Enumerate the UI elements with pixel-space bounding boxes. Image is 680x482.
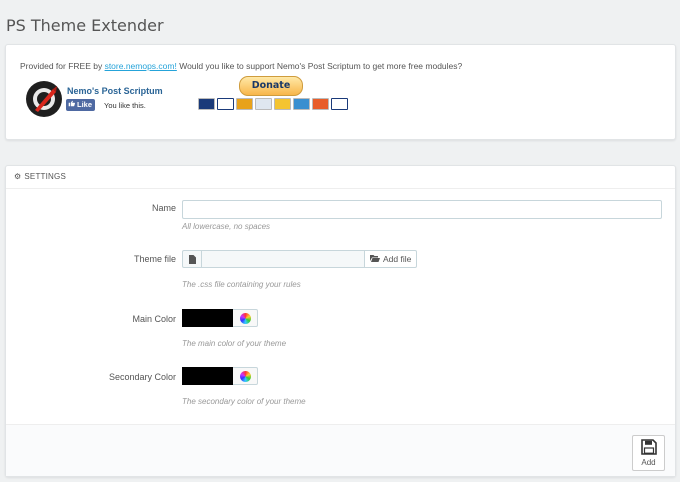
secondary-color-picker-button[interactable]: [233, 367, 258, 385]
main-color-group: [182, 309, 258, 327]
secondary-color-group: [182, 367, 258, 385]
name-help: All lowercase, no spaces: [182, 222, 271, 231]
thumbs-up-icon: [68, 99, 75, 111]
like-label: Like: [77, 100, 93, 109]
folder-open-icon: [370, 254, 380, 264]
color-wheel-icon: [239, 370, 251, 382]
donate-button[interactable]: Donate: [239, 76, 303, 96]
maestro-card-icon: [198, 98, 215, 110]
store-link[interactable]: store.nemops.com!: [105, 61, 177, 71]
amex-card-icon: [293, 98, 310, 110]
settings-panel: ⚙ SETTINGS Name All lowercase, no spaces …: [5, 165, 676, 477]
promo-text-before: Provided for FREE by: [20, 61, 105, 71]
main-color-picker-button[interactable]: [233, 309, 258, 327]
paypal-card-icon: [255, 98, 272, 110]
mastercard-icon: [236, 98, 253, 110]
secondary-color-help: The secondary color of your theme: [182, 397, 306, 406]
promo-text-after: Would you like to support Nemo's Post Sc…: [176, 61, 463, 71]
theme-file-label: Theme file: [133, 254, 176, 264]
promo-panel: Provided for FREE by store.nemops.com! W…: [5, 44, 676, 140]
brand-name: Nemo's Post Scriptum: [67, 86, 163, 96]
add-label: Add: [641, 458, 656, 467]
color-wheel-icon: [239, 312, 251, 324]
visa-card-icon: [217, 98, 234, 110]
name-label: Name: [151, 203, 176, 213]
page-title: PS Theme Extender: [6, 16, 164, 35]
discover-card-icon: [312, 98, 329, 110]
payment-cards: [198, 98, 348, 110]
save-icon: [640, 439, 657, 457]
secondary-color-input[interactable]: [182, 367, 233, 385]
file-icon: [182, 250, 202, 268]
add-button[interactable]: Add: [632, 435, 665, 471]
name-input[interactable]: [182, 200, 662, 219]
like-status-text: You like this.: [104, 101, 146, 110]
panel-footer: Add: [6, 424, 675, 476]
settings-title: SETTINGS: [24, 172, 66, 181]
secondary-color-label: Secondary Color: [108, 372, 176, 382]
settings-header: ⚙ SETTINGS: [6, 166, 675, 189]
main-color-help: The main color of your theme: [182, 339, 287, 348]
gears-icon: ⚙: [14, 172, 22, 181]
add-file-label: Add file: [383, 254, 412, 264]
theme-file-help: The .css file containing your rules: [182, 280, 301, 289]
nemops-logo-icon: [26, 81, 62, 117]
main-color-input[interactable]: [182, 309, 233, 327]
facebook-like-button[interactable]: Like: [66, 99, 96, 111]
postepay-card-icon: [274, 98, 291, 110]
theme-file-input[interactable]: [202, 250, 365, 268]
promo-text: Provided for FREE by store.nemops.com! W…: [20, 61, 462, 71]
theme-file-group: Add file: [182, 250, 418, 268]
main-color-label: Main Color: [132, 314, 176, 324]
add-file-button[interactable]: Add file: [365, 250, 418, 268]
carta-card-icon: [331, 98, 348, 110]
